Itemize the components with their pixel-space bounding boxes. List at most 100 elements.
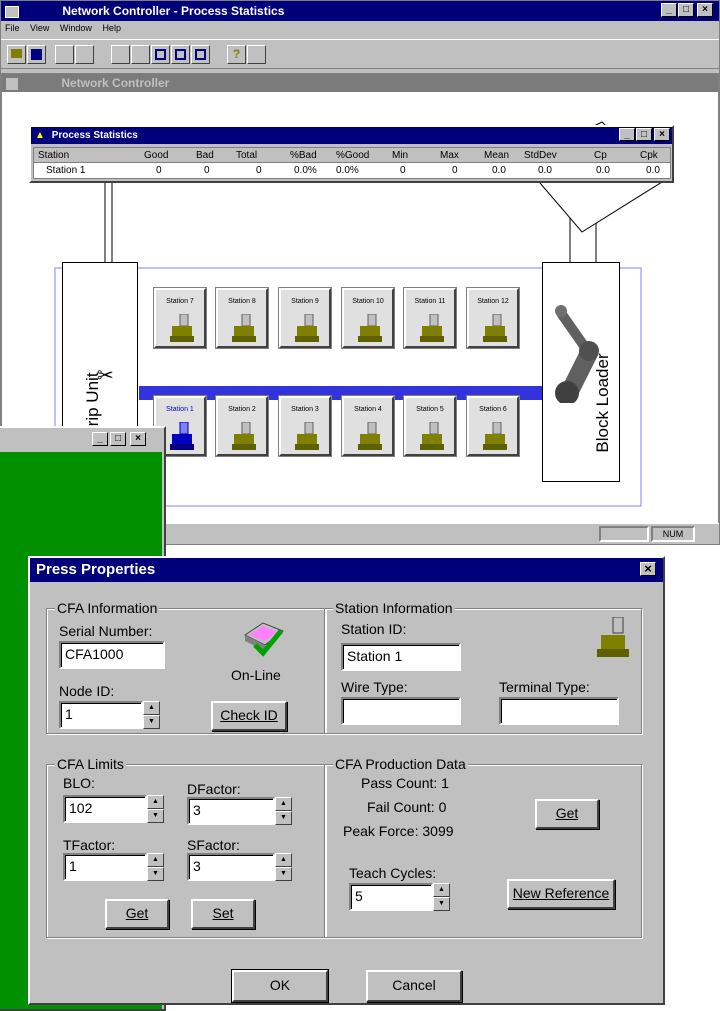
spin-down-icon[interactable]: ▼ — [147, 809, 164, 823]
tfactor-stepper[interactable]: ▲ ▼ — [147, 853, 164, 881]
cancel-label: Cancel — [392, 977, 436, 993]
spin-down-icon[interactable]: ▼ — [275, 867, 292, 881]
limits-get-button[interactable]: Get — [105, 899, 169, 929]
cancel-button[interactable]: Cancel — [366, 970, 462, 1002]
col-station[interactable]: Station — [38, 150, 69, 161]
limits-set-button[interactable]: Set — [191, 899, 255, 929]
station-10[interactable]: Station 10 — [341, 287, 395, 349]
blo-field[interactable]: 102 — [63, 795, 147, 823]
main-titlebar[interactable]: Network Controller - Process Statistics … — [1, 1, 719, 21]
blo-label: BLO: — [63, 775, 95, 791]
station-label: Station 3 — [291, 406, 319, 413]
maximize-button[interactable]: □ — [678, 3, 694, 17]
col-max[interactable]: Max — [440, 150, 459, 161]
station-8[interactable]: Station 8 — [215, 287, 269, 349]
new-reference-button[interactable]: New Reference — [507, 879, 615, 909]
station-12[interactable]: Station 12 — [466, 287, 520, 349]
help-icon[interactable]: ? — [227, 45, 246, 64]
cascade-icon[interactable] — [111, 45, 130, 64]
spin-down-icon[interactable]: ▼ — [143, 715, 160, 729]
menu-view[interactable]: View — [30, 23, 49, 33]
block-loader[interactable]: Block Loader — [542, 262, 620, 482]
check-id-button[interactable]: Check ID — [211, 701, 287, 731]
wire-type-field[interactable] — [341, 697, 461, 725]
close-button[interactable]: × — [640, 562, 656, 576]
station-6[interactable]: Station 6 — [466, 395, 520, 457]
spin-up-icon[interactable]: ▲ — [147, 795, 164, 809]
spin-up-icon[interactable]: ▲ — [275, 853, 292, 867]
teach-cycles-stepper[interactable]: ▲ ▼ — [433, 883, 450, 911]
process-stats-titlebar[interactable]: ▲ Process Statistics _ □ × — [31, 127, 672, 144]
menu-window[interactable]: Window — [60, 23, 92, 33]
production-get-button[interactable]: Get — [535, 799, 599, 829]
spin-down-icon[interactable]: ▼ — [433, 897, 450, 911]
node-id-field[interactable]: 1 — [59, 701, 143, 729]
sfactor-field[interactable]: 3 — [187, 853, 275, 881]
save-icon[interactable] — [27, 45, 46, 64]
station-9[interactable]: Station 9 — [278, 287, 332, 349]
tfactor-field[interactable]: 1 — [63, 853, 147, 881]
station-label: Station 9 — [291, 298, 319, 305]
close-button[interactable]: × — [697, 3, 713, 17]
ok-button[interactable]: OK — [231, 969, 329, 1003]
process-stats-title: Process Statistics — [51, 130, 138, 141]
group-legend: CFA Limits — [55, 756, 126, 772]
minimize-button[interactable]: _ — [92, 432, 108, 446]
tile-icon[interactable] — [131, 45, 150, 64]
serial-number-field[interactable]: CFA1000 — [59, 641, 165, 669]
terminal-type-field[interactable] — [499, 697, 619, 725]
open-icon[interactable] — [7, 45, 26, 64]
menu-file[interactable]: File — [5, 23, 20, 33]
dfactor-field[interactable]: 3 — [187, 797, 275, 825]
maximize-button[interactable]: □ — [636, 128, 652, 141]
station-id-field[interactable]: Station 1 — [341, 643, 461, 671]
dfactor-stepper[interactable]: ▲ ▼ — [275, 797, 292, 825]
spin-up-icon[interactable]: ▲ — [147, 853, 164, 867]
menu-help[interactable]: Help — [102, 23, 121, 33]
dialog-titlebar[interactable]: Press Properties × — [30, 558, 663, 582]
arrange-icon[interactable] — [191, 45, 210, 64]
col-cpk[interactable]: Cpk — [640, 150, 658, 161]
station-3[interactable]: Station 3 — [278, 395, 332, 457]
station-5[interactable]: Station 5 — [403, 395, 457, 457]
close-button[interactable]: × — [130, 432, 146, 446]
col-good[interactable]: Good — [144, 150, 168, 161]
cut-icon[interactable] — [55, 45, 74, 64]
spin-up-icon[interactable]: ▲ — [275, 797, 292, 811]
col-bad[interactable]: Bad — [196, 150, 214, 161]
minimize-button[interactable]: _ — [619, 128, 635, 141]
stats-row[interactable]: Station 1 0 0 0 0.0% 0.0% 0 0 0.0 0.0 0.… — [34, 163, 670, 178]
station-2[interactable]: Station 2 — [215, 395, 269, 457]
spin-up-icon[interactable]: ▲ — [143, 701, 160, 715]
green-window-titlebar[interactable]: _ □ × — [0, 428, 164, 452]
context-help-icon[interactable] — [247, 45, 266, 64]
tile-vertical-icon[interactable] — [171, 45, 190, 64]
close-button[interactable]: × — [654, 128, 670, 141]
node-id-stepper[interactable]: ▲ ▼ — [143, 701, 160, 729]
ok-label: OK — [269, 977, 291, 993]
maximize-button[interactable]: □ — [110, 432, 126, 446]
station-7[interactable]: Station 7 — [153, 287, 207, 349]
station-4[interactable]: Station 4 — [341, 395, 395, 457]
station-label: Station 12 — [477, 298, 509, 305]
station-11[interactable]: Station 11 — [403, 287, 457, 349]
cell-stddev: 0.0 — [538, 165, 552, 176]
spin-down-icon[interactable]: ▼ — [275, 811, 292, 825]
col-stddev[interactable]: StdDev — [524, 150, 557, 161]
blo-stepper[interactable]: ▲ ▼ — [147, 795, 164, 823]
col-mean[interactable]: Mean — [484, 150, 509, 161]
col-pct-good[interactable]: %Good — [336, 150, 369, 161]
col-pct-bad[interactable]: %Bad — [290, 150, 317, 161]
col-total[interactable]: Total — [236, 150, 257, 161]
press-icon — [358, 422, 382, 450]
spin-up-icon[interactable]: ▲ — [433, 883, 450, 897]
tile-horizontal-icon[interactable] — [151, 45, 170, 64]
copy-icon[interactable] — [75, 45, 94, 64]
col-min[interactable]: Min — [392, 150, 408, 161]
sfactor-stepper[interactable]: ▲ ▼ — [275, 853, 292, 881]
teach-cycles-field[interactable]: 5 — [349, 883, 433, 911]
minimize-button[interactable]: _ — [661, 3, 677, 17]
child-titlebar[interactable]: Network Controller — [2, 74, 718, 92]
spin-down-icon[interactable]: ▼ — [147, 867, 164, 881]
col-cp[interactable]: Cp — [594, 150, 607, 161]
